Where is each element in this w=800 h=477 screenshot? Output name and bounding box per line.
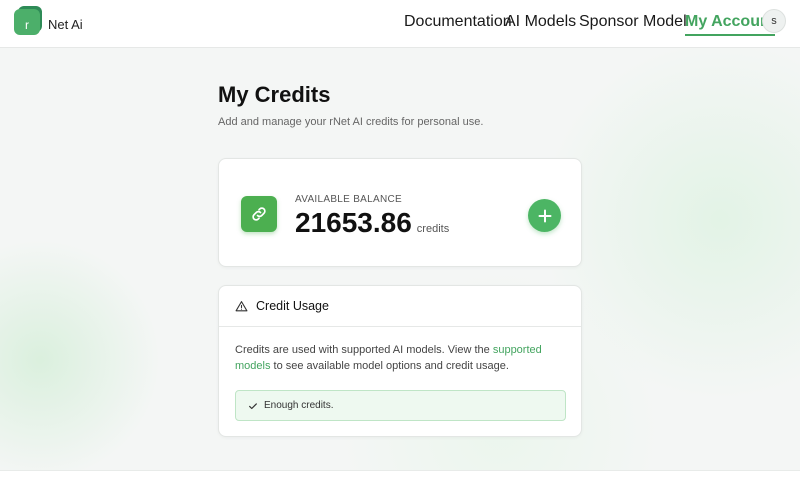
usage-text-before: Credits are used with supported AI model… (235, 344, 493, 356)
credit-status-alert: Enough credits. (235, 390, 566, 421)
credit-usage-header: Credit Usage (219, 286, 581, 327)
plus-icon (538, 209, 551, 222)
balance-label: AVAILABLE BALANCE (295, 194, 402, 205)
warning-icon (235, 300, 248, 311)
credit-usage-description: Credits are used with supported AI model… (235, 342, 565, 374)
top-navbar: r Net Ai Documentation AI Models Sponsor… (0, 0, 800, 48)
page-subtitle: Add and manage your rNet AI credits for … (218, 116, 484, 128)
balance-card: AVAILABLE BALANCE 21653.86 credits (218, 158, 582, 267)
brand-logo-icon: r (14, 6, 42, 35)
check-icon (248, 401, 258, 411)
nav-documentation[interactable]: Documentation (404, 13, 512, 31)
balance-unit: credits (416, 223, 450, 235)
balance-row: 21653.86 credits (295, 207, 449, 239)
nav-ai-models[interactable]: AI Models (505, 13, 576, 31)
balance-amount: 21653.86 (295, 207, 412, 238)
link-icon (241, 196, 277, 232)
brand-logo-letter: r (14, 9, 40, 35)
usage-text-after: to see available model options and credi… (270, 360, 509, 372)
brand-name: Net Ai (48, 16, 83, 32)
user-avatar[interactable]: s (762, 9, 786, 33)
credit-status-text: Enough credits. (264, 400, 334, 411)
nav-sponsor-model[interactable]: Sponsor Model (579, 13, 687, 31)
add-credits-button[interactable] (528, 199, 561, 232)
footer (0, 470, 800, 477)
page-title: My Credits (218, 82, 331, 107)
credit-usage-title: Credit Usage (256, 299, 329, 313)
credit-usage-card: Credit Usage Credits are used with suppo… (218, 285, 582, 437)
brand[interactable]: r Net Ai (14, 6, 83, 35)
